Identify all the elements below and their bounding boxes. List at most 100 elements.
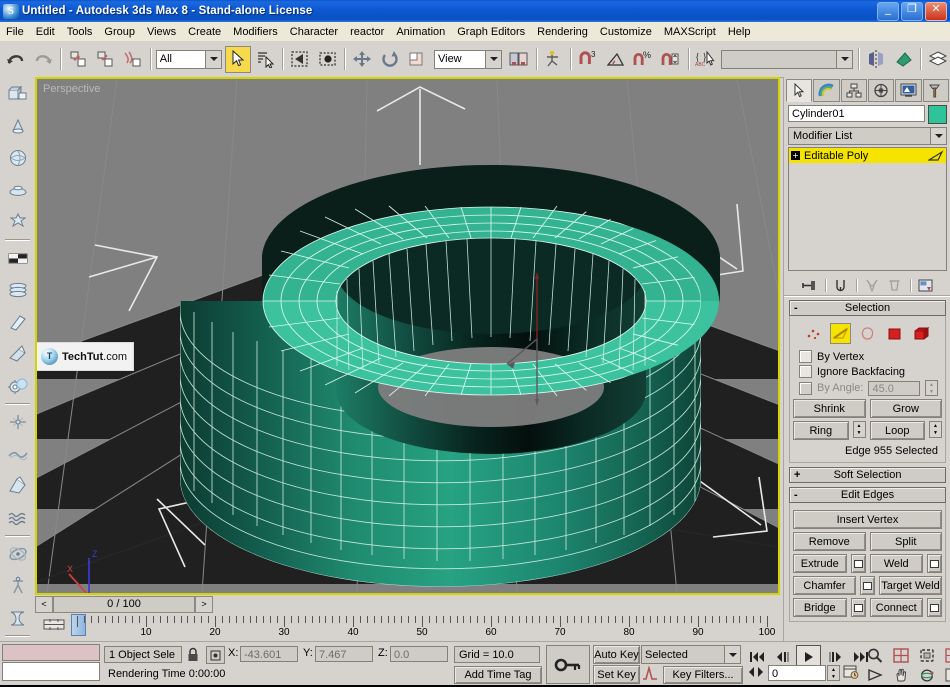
snaps-toggle-button[interactable]: 3 [575,46,601,73]
loop-spinner[interactable]: ▲▼ [929,421,942,438]
select-and-manipulate-button[interactable] [541,46,567,73]
spinner-snap-button[interactable] [658,46,684,73]
bridge-button[interactable]: Bridge [793,598,847,617]
sphere-button[interactable] [2,142,33,173]
y-coordinate-field[interactable]: 7.467 [315,646,373,662]
mirror-button[interactable] [863,46,889,73]
time-prev-button[interactable]: < [35,596,53,613]
by-angle-spinner[interactable]: ▲▼ [925,380,938,396]
chevron-down-icon[interactable] [836,51,852,68]
key-step-mode-icon[interactable] [748,666,764,678]
current-frame-spinner[interactable]: ▲▼ [827,665,840,681]
vertex-level-button[interactable] [803,323,824,344]
cloth-button[interactable] [2,602,33,633]
border-level-button[interactable] [857,323,878,344]
select-and-scale-button[interactable] [404,46,430,73]
helper-axis-button[interactable] [2,406,33,437]
by-angle-value[interactable]: 45.0 [868,381,920,396]
configure-modifier-sets-icon[interactable] [918,277,934,293]
atom-button[interactable] [2,538,33,569]
chevron-down-icon[interactable] [485,51,501,68]
checker-material-button[interactable] [2,242,33,273]
menu-item-modifiers[interactable]: Modifiers [227,24,284,40]
by-vertex-checkbox[interactable] [799,350,812,363]
make-unique-icon[interactable] [864,277,880,293]
menu-item-tools[interactable]: Tools [61,24,99,40]
z-coordinate-field[interactable]: 0.0 [390,646,448,662]
weld-settings-button[interactable] [927,554,942,573]
rollout-toggle-icon[interactable]: - [794,489,798,501]
chamfer-settings-button[interactable] [860,576,875,595]
select-object-button[interactable] [225,46,251,73]
connect-button[interactable]: Connect [870,598,924,617]
absolute-relative-toggle[interactable] [206,646,225,664]
time-configuration-button[interactable] [843,665,859,680]
create-tab[interactable] [786,79,812,102]
utilities-tab[interactable] [923,79,949,102]
polygon-level-button[interactable] [884,323,905,344]
shrink-button[interactable]: Shrink [793,399,866,418]
percent-snap-button[interactable]: % [630,46,656,73]
target-weld-button[interactable]: Target Weld [879,576,942,595]
by-angle-row[interactable]: By Angle: 45.0 ▲▼ [799,380,938,396]
key-filters-button[interactable]: Key Filters... [663,666,743,684]
loop-button[interactable]: Loop [870,421,926,440]
soft-selection-rollout-header[interactable]: + Soft Selection [789,467,946,483]
goto-start-button[interactable] [744,645,769,668]
geometry-box-button[interactable] [2,78,33,109]
time-slider-handle[interactable]: 0 / 100 [53,596,195,613]
chevron-down-icon[interactable] [724,646,740,663]
bind-to-space-warp-button[interactable] [120,46,146,73]
current-frame-field[interactable]: 0 [768,665,826,681]
menu-item-character[interactable]: Character [284,24,344,40]
remove-button[interactable]: Remove [793,532,866,551]
menu-item-help[interactable]: Help [722,24,757,40]
unlink-selection-button[interactable] [93,46,119,73]
restore-button[interactable]: ❐ [901,2,923,21]
chevron-down-icon[interactable] [930,128,946,144]
time-next-button[interactable]: > [195,596,213,613]
select-by-name-button[interactable] [253,46,279,73]
space-warp-button[interactable] [2,438,33,469]
by-vertex-row[interactable]: By Vertex [799,350,942,363]
menu-item-reactor[interactable]: reactor [344,24,390,40]
menu-item-rendering[interactable]: Rendering [531,24,594,40]
element-level-button[interactable] [911,323,932,344]
rollout-toggle-icon[interactable]: - [794,302,798,314]
by-angle-checkbox[interactable] [799,382,812,395]
minimize-button[interactable]: _ [877,2,899,21]
bridge-settings-button[interactable] [851,598,866,617]
set-key-button[interactable]: Set Key [593,665,640,684]
ignore-backfacing-row[interactable]: Ignore Backfacing [799,365,942,378]
rollout-toggle-icon[interactable]: + [794,469,800,481]
select-and-link-button[interactable] [65,46,91,73]
x-coordinate-field[interactable]: -43.601 [240,646,298,662]
ignore-backfacing-checkbox[interactable] [799,365,812,378]
key-filter-selection-dropdown[interactable]: Selected [641,645,741,664]
auto-key-button[interactable]: Auto Key [593,645,640,664]
weld-button[interactable]: Weld [870,554,924,573]
lock-selection-button[interactable] [186,647,200,662]
object-name-field[interactable]: Cylinder01 [788,105,925,122]
parameter-curve-button[interactable] [642,666,658,681]
display-tab[interactable] [895,79,921,102]
remove-modifier-icon[interactable] [887,277,903,293]
ring-button[interactable]: Ring [793,421,849,440]
connect-settings-button[interactable] [927,598,942,617]
object-color-swatch[interactable] [928,105,947,124]
ripple-button[interactable] [2,502,33,533]
align-button[interactable] [891,46,917,73]
extrude-settings-button[interactable] [851,554,866,573]
select-and-move-button[interactable] [349,46,375,73]
edge-level-button[interactable] [830,323,851,344]
chevron-down-icon[interactable] [205,51,221,68]
named-selection-sets-button[interactable]: { }ABC [692,46,718,73]
loft-button[interactable] [2,274,33,305]
tube-button[interactable] [2,174,33,205]
modify-tab[interactable] [813,79,839,102]
maxscript-listener-white[interactable] [2,662,100,681]
biped-button[interactable] [2,206,33,237]
viewport-canvas[interactable]: Z X Y [37,79,778,593]
select-and-rotate-button[interactable] [377,46,403,73]
undo-button[interactable] [3,46,29,73]
